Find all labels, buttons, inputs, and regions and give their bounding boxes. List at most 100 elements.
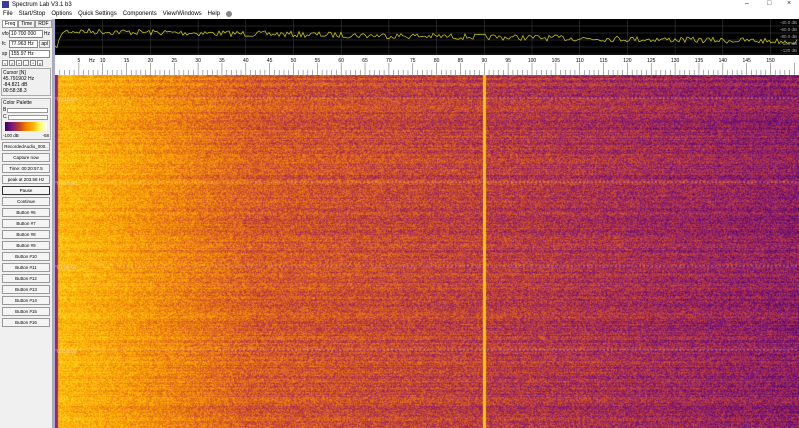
axis-tick-label: 10 [100,58,106,64]
tab-rdf[interactable]: RDF [35,20,52,28]
db-label: -40.0 dB [779,20,797,25]
axis-tick-label: 20 [148,58,154,64]
axis-tick-label: 95 [505,58,511,64]
up-button[interactable]: * [30,60,36,66]
panel-button-8[interactable]: Button #7 [2,219,50,228]
panel-button-2[interactable]: Capture now [2,153,50,162]
axis-tick-label: 5 [77,58,80,64]
minimize-button[interactable]: – [745,0,749,7]
panel-button-3: Time: 00:20:57.5 [2,164,50,173]
axis-tick-label: 75 [410,58,416,64]
axis-tick-label: 15 [124,58,130,64]
color-palette-bar [5,122,47,131]
zoom-in-button[interactable]: + [16,60,22,66]
menu-components[interactable]: Components [123,11,157,17]
frequency-axis[interactable]: 5 10 15 20 25 30 35 40 45 50 55 60 65 70 75 80 85 90 95 100… [55,55,799,75]
panel-button-1[interactable]: RecordedAudio_000.. [2,142,50,151]
span-input[interactable]: 155.97 Hz [9,50,50,58]
maximize-button[interactable]: □ [767,0,771,7]
menu-options[interactable]: Options [51,11,72,17]
time-marker-label: 00:58:00 [57,349,77,355]
cursor-time: 00:58:38.3 [3,88,27,94]
panel-button-13[interactable]: Button #12 [2,274,50,283]
vfo-input[interactable]: 10 700 000 [9,30,43,38]
close-button[interactable]: × [787,0,791,7]
window-title: Spectrum Lab V3.1 b3 [12,1,72,8]
fc-input[interactable]: 77.963 Hz [9,40,39,48]
db-label: -80.0 dB [779,34,797,39]
axis-tick-label: 120 [623,58,632,64]
zoom-out-button[interactable]: - [23,60,29,66]
axis-tick-label: 110 [576,58,584,64]
tab-freq[interactable]: Freq [2,20,19,28]
scroll-left-button[interactable]: < [2,60,8,66]
axis-tick-label: 35 [219,58,225,64]
vfo-label: vfo [2,31,9,37]
title-bar: Spectrum Lab V3.1 b3 – □ × [0,0,799,9]
panel-button-16[interactable]: Button #15 [2,307,50,316]
panel-button-17[interactable]: Button #16 [2,318,50,327]
menu-view-windows[interactable]: View/Windows [163,11,202,17]
cursor-info: Cursor [N] 45.791902 Hz -84.821 dB 00:58… [1,68,51,96]
axis-tick-label: 55 [315,58,321,64]
brightness-slider[interactable] [7,107,48,113]
panel-button-11[interactable]: Button #10 [2,252,50,261]
axis-tick-label: 30 [195,58,201,64]
axis-tick-label: 135 [695,58,704,64]
apply-button[interactable]: apl [39,40,50,48]
panel-button-12[interactable]: Button #11 [2,263,50,272]
panel-button-7[interactable]: Button #6 [2,208,50,217]
panel-button-4: peak at 203.56 Hz [2,175,50,184]
tab-time[interactable]: Time [18,20,36,28]
menu-quick-settings[interactable]: Quick Settings [78,11,117,17]
axis-tick-label: 70 [386,58,392,64]
axis-tick-label: 100 [528,58,537,64]
db-label: -100 dB [781,41,797,46]
waterfall-display[interactable] [55,75,799,428]
axis-tick-label: 145 [742,58,751,64]
axis-tick-label: 140 [719,58,728,64]
color-palette-group: Color Palette B C -100 dB -58 [1,98,51,140]
axis-tick-label: 80 [434,58,440,64]
spectrum-plot [54,19,799,55]
db-label: -60.0 dB [779,27,797,32]
time-marker-label: 01:10:00 [57,181,77,187]
sp-label: sp [2,51,8,57]
panel-button-15[interactable]: Button #14 [2,296,50,305]
fc-label: fc [2,41,6,47]
axis-tick-label: 45 [267,58,273,64]
menu-file[interactable]: File [3,11,13,17]
contrast-label: C [3,114,7,120]
time-marker-label: 01:16:00 [57,97,77,103]
scroll-right-button[interactable]: > [9,60,15,66]
panel-button-10[interactable]: Button #9 [2,241,50,250]
control-panel: Freq Time RDF vfo 10 700 000 Hz fc 77.963 H… [0,19,53,428]
axis-tick-label: 105 [552,58,561,64]
vfo-unit: Hz [43,31,50,37]
panel-button-6[interactable]: Continue [2,197,50,206]
axis-tick-label: 125 [647,58,656,64]
axis-unit: Hz [89,58,96,64]
spectrum-graph[interactable]: -40.0 dB -60.0 dB -80.0 dB -100 dB -120 dB [54,19,799,55]
panel-button-14[interactable]: Button #13 [2,285,50,294]
axis-tick-label: 50 [291,58,297,64]
status-indicator-icon [226,11,233,17]
db-label: -120 dB [781,48,797,53]
contrast-slider[interactable] [7,114,48,120]
palette-title: Color Palette [3,100,32,106]
app-icon [2,1,9,8]
panel-button-9[interactable]: Button #8 [2,230,50,239]
down-button[interactable]: v [37,60,43,66]
menu-start-stop[interactable]: Start/Stop [19,11,46,17]
menu-help[interactable]: Help [208,11,220,17]
axis-tick-label: 25 [171,58,177,64]
axis-tick-label: 115 [600,58,608,64]
axis-tick-label: 85 [458,58,464,64]
axis-tick-label: 65 [362,58,368,64]
time-marker-label: 01:04:00 [57,265,77,271]
palette-max: -58 [42,133,49,138]
axis-tick-label: 60 [338,58,344,64]
axis-tick-label: 90 [482,58,488,64]
panel-button-5[interactable]: Pause [2,186,50,195]
brightness-label: B [3,107,7,113]
